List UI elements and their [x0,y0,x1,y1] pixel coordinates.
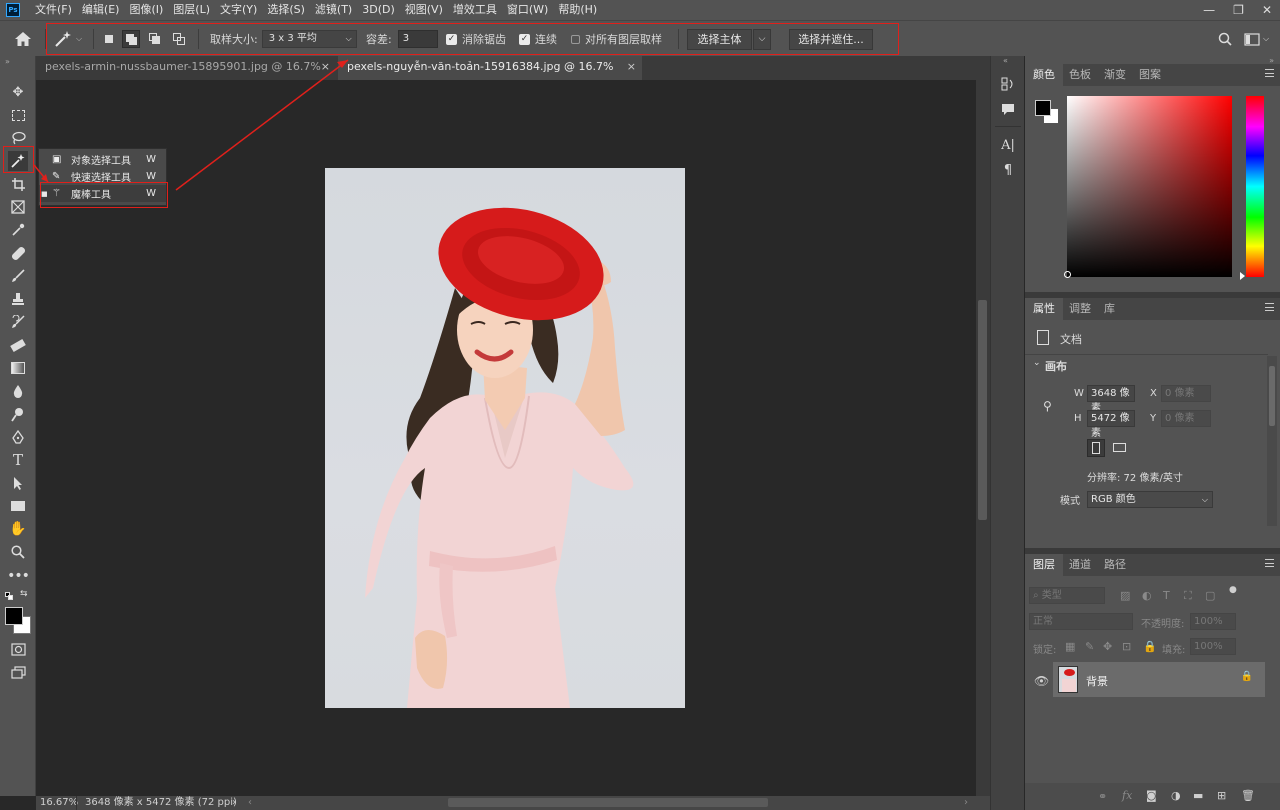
color-panel-tabs: 颜色 色板 渐变 图案 [1025,64,1280,86]
folder-icon[interactable]: ▬ [1193,789,1203,802]
chevron-left-icon[interactable]: ‹ [248,796,252,810]
tab-channels[interactable]: 通道 [1061,554,1099,576]
color-picker-field[interactable] [1067,96,1232,277]
search-icon: ⌕ [1033,590,1039,601]
x-input[interactable]: 0 像素 [1161,385,1211,402]
tab-patterns[interactable]: 图案 [1131,64,1169,86]
fx-icon[interactable]: fx [1122,789,1132,802]
fill-label: 填充: [1162,645,1186,656]
mode-label: 模式 [1060,496,1080,507]
filter-adjustment-icon[interactable]: ◐ [1142,589,1152,602]
landscape-orientation-button[interactable] [1111,439,1129,457]
y-input[interactable]: 0 像素 [1161,410,1211,427]
link-icon[interactable]: ⚲ [1043,399,1052,413]
hue-slider[interactable] [1246,96,1264,277]
blend-mode-select[interactable]: 正常 [1029,613,1133,630]
color-picker-cursor[interactable] [1064,271,1071,278]
layer-thumbnail [1058,666,1078,693]
fill-input[interactable]: 100% [1190,638,1236,655]
comments-panel-button[interactable] [999,100,1017,118]
tab-paths[interactable]: 路径 [1096,554,1134,576]
width-input[interactable]: 3648 像素 [1087,385,1135,414]
chevron-down-icon[interactable]: ⌄ [1033,358,1041,368]
layers-panel-tabs: 图层 通道 路径 [1025,554,1280,576]
lock-all-icon[interactable]: 🔒 [1143,640,1157,653]
adjustment-layer-icon[interactable]: ◑ [1171,789,1181,802]
color-mode-select[interactable]: RGB 颜色 ⌵ [1087,491,1213,508]
paragraph-panel-button[interactable]: ¶ [999,161,1017,179]
document-info[interactable]: 3648 像素 x 5472 像素 (72 ppi) [85,796,237,810]
resolution-text: 分辨率: 72 像素/英寸 [1087,473,1183,484]
character-icon: A| [1001,137,1015,153]
tab-libraries[interactable]: 库 [1096,298,1123,320]
canvas-section-title[interactable]: 画布 [1045,358,1067,374]
lock-transparent-icon[interactable]: ▦ [1065,640,1075,653]
lock-label: 锁定: [1033,645,1057,656]
comment-icon [1002,103,1014,115]
trash-icon[interactable]: 🗑 [1241,789,1255,802]
collapse-chevrons-icon[interactable]: « [1003,56,1008,65]
layers-footer: ⚭ fx ◙ ◑ ▬ ⊞ 🗑 [1025,783,1280,810]
zoom-level[interactable]: 16.67% [40,796,78,810]
x-label: X [1150,388,1157,399]
lock-paint-icon[interactable]: ✎ [1085,640,1094,653]
tab-swatches[interactable]: 色板 [1061,64,1099,86]
lock-position-icon[interactable]: ✥ [1103,640,1112,653]
paragraph-icon: ¶ [1003,162,1013,178]
height-label: H [1074,413,1082,424]
portrait-orientation-button[interactable] [1087,439,1105,457]
y-label: Y [1150,413,1157,424]
foreground-color-swatch[interactable] [1035,100,1051,116]
tab-layers[interactable]: 图层 [1025,554,1063,576]
new-layer-icon[interactable]: ⊞ [1217,789,1226,802]
properties-doc-label: 文档 [1060,333,1082,346]
layer-row[interactable]: 背景 🔒 [1053,662,1265,697]
history-icon [1001,77,1013,91]
properties-scrollbar[interactable] [1267,356,1277,526]
tab-properties[interactable]: 属性 [1025,298,1063,320]
opacity-label: 不透明度: [1141,619,1185,630]
tab-gradients[interactable]: 渐变 [1096,64,1134,86]
properties-panel-tabs: 属性 调整 库 [1025,298,1280,320]
hue-slider-handle[interactable] [1240,272,1245,280]
panel-menu-icon[interactable] [1265,559,1274,567]
height-input[interactable]: 5472 像素 [1087,410,1135,439]
eye-icon[interactable]: 👁 [1034,674,1049,688]
filter-type-icon[interactable]: T [1163,589,1170,602]
panel-menu-icon[interactable] [1265,69,1274,77]
add-mask-icon[interactable]: ◙ [1146,789,1157,802]
document-icon [1037,330,1049,345]
tab-color[interactable]: 颜色 [1025,64,1063,86]
chevron-right-icon[interactable]: › [964,796,968,810]
link-layers-icon[interactable]: ⚭ [1098,790,1107,803]
opacity-input[interactable]: 100% [1190,613,1236,630]
landscape-icon [1113,443,1126,452]
layer-name: 背景 [1086,675,1108,688]
tab-adjustments[interactable]: 调整 [1061,298,1099,320]
filter-smart-object-icon[interactable]: ▢ [1205,589,1215,602]
collapsed-panels-dock: « A| ¶ [990,56,1024,810]
panel-menu-icon[interactable] [1265,303,1274,311]
character-panel-button[interactable]: A| [999,136,1017,154]
chevron-right-icon[interactable]: › [232,796,236,810]
history-panel-button[interactable] [999,75,1017,93]
width-label: W [1074,388,1084,399]
horizontal-scroll-thumb[interactable] [448,798,768,807]
filter-toggle-icon[interactable]: ● [1229,585,1237,595]
filter-pixel-icon[interactable]: ▨ [1120,589,1130,602]
lock-artboard-icon[interactable]: ⊡ [1122,640,1131,653]
filter-type-label: 类型 [1041,590,1062,601]
portrait-icon [1092,442,1100,454]
lock-icon: 🔒 [1240,671,1253,682]
chevron-down-icon: ⌵ [1201,495,1208,504]
mode-value: RGB 颜色 [1091,494,1136,505]
filter-shape-icon[interactable]: ⛶ [1184,589,1192,603]
layer-filter-select[interactable]: ⌕ 类型 [1029,587,1105,604]
